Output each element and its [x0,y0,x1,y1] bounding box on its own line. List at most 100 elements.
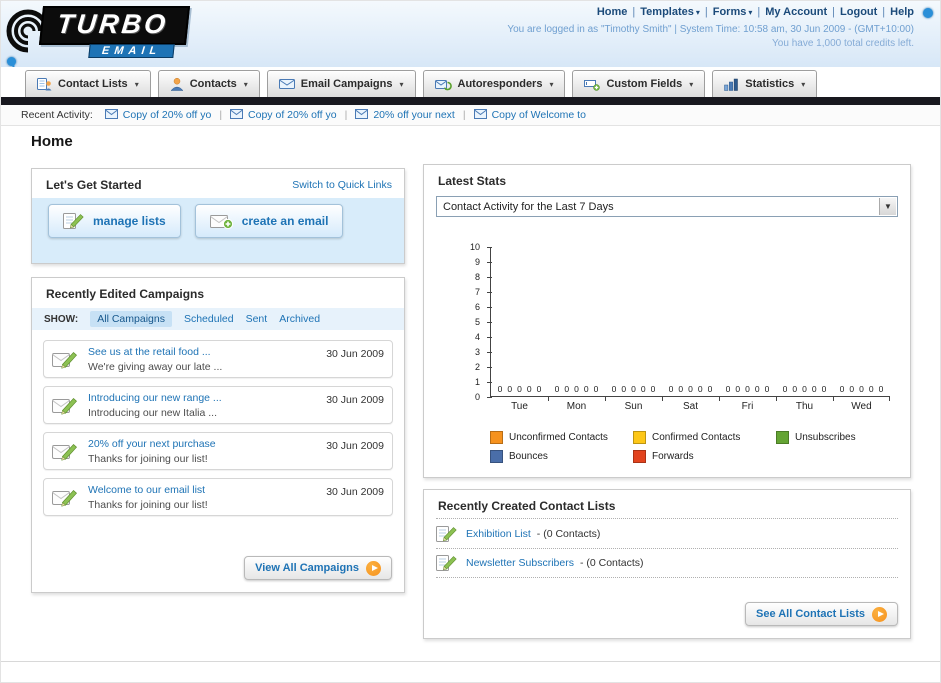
series-value: 0 [611,384,617,394]
header: TURBO EMAIL Home | Templates ▾ | Forms ▾ | My Ac… [1,1,940,107]
series-value: 0 [536,384,542,394]
legend-label: Bounces [509,451,548,462]
dropdown-arrow-icon: ▾ [243,79,248,89]
y-axis-label: 6 [474,302,480,312]
contact-list-row[interactable]: Exhibition List - (0 Contacts) [436,518,898,548]
series-value: 0 [564,384,570,394]
tab-email-campaigns[interactable]: Email Campaigns ▾ [266,70,416,97]
series-value: 0 [802,384,807,394]
header-link-templates[interactable]: Templates ▾ [640,6,700,18]
view-all-campaigns-label: View All Campaigns [255,562,359,574]
series-value: 0 [631,384,636,394]
custom-fields-icon [584,78,601,91]
campaign-title-link[interactable]: Welcome to our email list [88,484,318,496]
tab-autoresponders[interactable]: Autoresponders ▾ [422,70,566,97]
tab-statistics[interactable]: Statistics ▾ [712,70,818,97]
series-value: 0 [583,384,589,394]
campaign-title-link[interactable]: See us at the retail food ... [88,346,318,358]
chart-day-group: 0 0 0 0 0 Mon [548,247,605,412]
series-value: 0 [811,384,817,394]
app-logo[interactable]: TURBO EMAIL [5,4,255,64]
stats-period-value: Contact Activity for the Last 7 Days [443,200,614,213]
legend-item: Bounces [490,450,633,463]
pencil-list-icon [63,212,85,230]
tab-custom-fields[interactable]: Custom Fields ▾ [572,70,706,97]
campaign-title-link[interactable]: Introducing our new range ... [88,392,318,404]
campaign-row[interactable]: 20% off your next purchase Thanks for joi… [43,432,393,470]
series-values: 00000 [548,384,605,394]
recent-activity-link: 20% off your next [373,109,455,121]
x-axis-label: Sat [682,401,698,412]
recent-activity-link: Copy of 20% off yo [248,109,337,121]
recent-activity-item[interactable]: Copy of 20% off yo [230,108,337,122]
campaign-text: See us at the retail food ... We're givin… [88,346,318,373]
contact-list-row[interactable]: Newsletter Subscribers - (0 Contacts) [436,548,898,578]
campaign-text: 20% off your next purchase Thanks for joi… [88,438,318,465]
series-values: 00000 [662,384,719,394]
series-value: 0 [878,384,884,394]
campaign-filters: All Campaigns Scheduled Sent Archived [90,311,320,327]
filter-all-campaigns[interactable]: All Campaigns [90,311,172,327]
header-link-home[interactable]: Home [597,6,628,18]
tab-contact-lists[interactable]: Contact Lists ▾ [25,70,151,97]
series-values: 00000 [491,384,548,394]
filter-scheduled[interactable]: Scheduled [184,313,234,325]
series-value: 0 [621,384,627,394]
legend-item: Unsubscribes [776,431,919,444]
series-value: 0 [526,384,532,394]
dropdown-arrow-icon: ▾ [399,79,404,89]
series-value: 0 [707,384,713,394]
recent-activity-item[interactable]: Copy of 20% off yo [104,108,211,122]
view-all-campaigns-button[interactable]: View All Campaigns [244,556,392,580]
filter-sent[interactable]: Sent [246,313,268,325]
recent-activity-link: Copy of Welcome to [491,109,586,121]
campaign-row[interactable]: Welcome to our email list Thanks for join… [43,478,393,516]
contact-list-link[interactable]: Newsletter Subscribers [466,557,574,569]
logo-box: TURBO [38,6,191,45]
series-value: 0 [650,384,656,394]
get-started-body: manage lists create an email [32,198,404,263]
filter-archived[interactable]: Archived [279,313,320,325]
recent-activity-item[interactable]: Copy of Welcome to [473,108,586,122]
contact-lists-rows: Exhibition List - (0 Contacts) Newsletter … [436,518,898,578]
contact-lists-title: Recently Created Contact Lists [438,499,616,513]
create-email-button[interactable]: create an email [194,204,344,238]
dropdown-arrow-icon: ▾ [549,79,554,89]
header-link-help[interactable]: Help [890,6,914,18]
manage-lists-button[interactable]: manage lists [48,204,181,238]
contacts-icon [170,77,184,91]
recent-activity-item[interactable]: 20% off your next [355,108,455,122]
chart-groups: 0 0 0 0 0 Tue 0 0 0 0 0 Mon 0 0 0 0 0 Sun 0 0 0 0 0 Sat 0 0 0 0 0 Fri… [491,247,890,412]
switch-quick-links-link[interactable]: Switch to Quick Links [292,179,392,191]
credits-text: You have 1,000 total credits left. [772,38,914,49]
y-axis-label: 4 [474,332,480,342]
list-pencil-icon [436,525,458,543]
campaign-row[interactable]: Introducing our new range ... Introducing… [43,386,393,424]
contact-activity-chart: 0 1 2 3 4 5 6 7 8 9 10 0 0 0 0 0 Tue 0 0 0 0 0 Mon 0 0 0 0 0 Sun 0 0 0… [442,242,894,425]
header-link-forms[interactable]: Forms ▾ [713,6,753,18]
stats-period-select[interactable]: Contact Activity for the Last 7 Days ▼ [436,196,898,217]
chart-day-group: 0 0 0 0 0 Fri [719,247,776,412]
statistics-icon [724,78,739,91]
contact-list-link[interactable]: Exhibition List [466,528,531,540]
tab-contacts[interactable]: Contacts ▾ [157,70,260,97]
chart-day-group: 0 0 0 0 0 Sun [605,247,662,412]
y-axis-label: 0 [474,392,480,402]
see-all-contact-lists-button[interactable]: See All Contact Lists [744,602,898,626]
campaign-title-link[interactable]: 20% off your next purchase [88,438,318,450]
series-value: 0 [554,384,560,394]
manage-lists-label: manage lists [93,214,166,228]
chart-day-group: 0 0 0 0 0 Sat [662,247,719,412]
create-email-label: create an email [241,214,329,228]
header-link-my-account[interactable]: My Account [765,6,827,18]
contact-list-detail: - (0 Contacts) [536,527,601,540]
x-axis-label: Sun [624,401,643,412]
legend-item: Forwards [633,450,776,463]
series-value: 0 [764,384,770,394]
campaign-row[interactable]: See us at the retail food ... We're givin… [43,340,393,378]
separator: | [219,109,223,121]
series-value: 0 [507,384,513,394]
legend-item: Confirmed Contacts [633,431,776,444]
header-link-logout[interactable]: Logout [840,6,877,18]
separator: | [344,109,348,121]
